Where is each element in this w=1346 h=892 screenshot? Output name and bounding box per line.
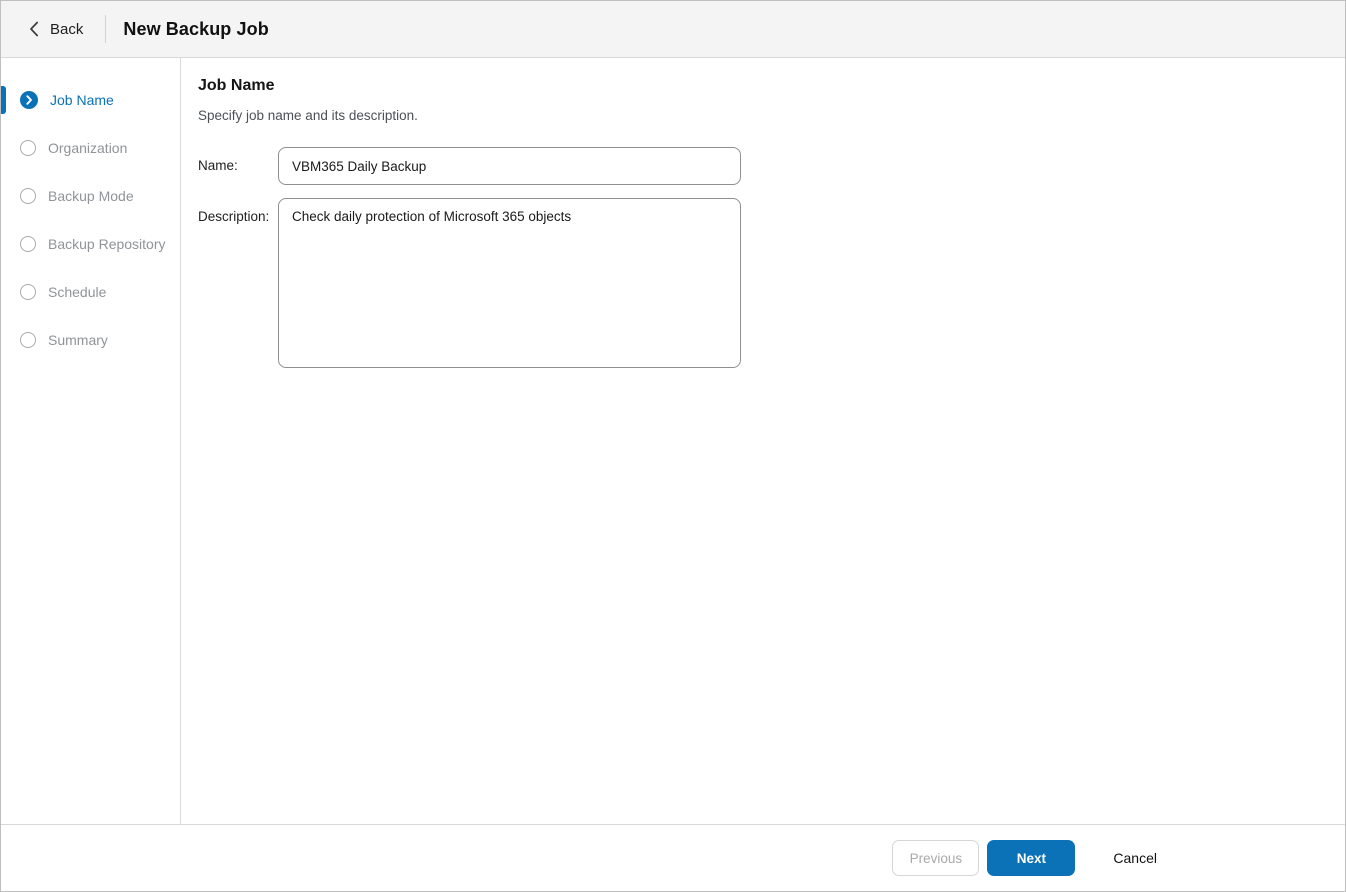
name-field-row: Name: [198, 147, 1321, 185]
sidebar-step-backup-mode[interactable]: Backup Mode [1, 172, 180, 220]
step-subtitle: Specify job name and its description. [198, 108, 418, 123]
sidebar-step-label: Schedule [48, 284, 107, 300]
sidebar-step-summary[interactable]: Summary [1, 316, 180, 364]
sidebar-step-label: Summary [48, 332, 108, 348]
wizard-body: Job Name Organization Backup Mode Backup… [1, 58, 1345, 824]
step-content: Job Name Specify job name and its descri… [181, 58, 1345, 824]
back-button[interactable]: Back [1, 21, 83, 38]
name-field-label: Name: [198, 158, 238, 173]
pending-step-circle-icon [20, 236, 36, 252]
cancel-button[interactable]: Cancel [1105, 840, 1165, 876]
sidebar-step-label: Job Name [50, 92, 114, 108]
previous-button[interactable]: Previous [892, 840, 980, 876]
sidebar-step-schedule[interactable]: Schedule [1, 268, 180, 316]
back-button-label: Back [50, 20, 84, 38]
sidebar-step-organization[interactable]: Organization [1, 124, 180, 172]
header-divider [105, 15, 107, 43]
step-heading: Job Name [198, 77, 275, 94]
wizard-header: Back New Backup Job [1, 1, 1345, 58]
description-field-label: Description: [198, 209, 270, 224]
pending-step-circle-icon [20, 140, 36, 156]
sidebar-step-label: Organization [48, 140, 128, 156]
sidebar-step-label: Backup Mode [48, 188, 134, 204]
chevron-left-icon [29, 21, 39, 37]
active-step-icon [20, 91, 38, 109]
pending-step-circle-icon [20, 332, 36, 348]
pending-step-circle-icon [20, 188, 36, 204]
wizard-footer: Previous Next Cancel [1, 824, 1345, 891]
sidebar-step-job-name[interactable]: Job Name [1, 76, 180, 124]
wizard-steps-sidebar: Job Name Organization Backup Mode Backup… [1, 58, 181, 824]
job-description-textarea[interactable]: Check daily protection of Microsoft 365 … [278, 198, 741, 368]
sidebar-step-backup-repository[interactable]: Backup Repository [1, 220, 180, 268]
page-title: New Backup Job [123, 18, 269, 39]
pending-step-circle-icon [20, 284, 36, 300]
next-button[interactable]: Next [987, 840, 1076, 876]
description-field-row: Description: Check daily protection of M… [198, 198, 1321, 368]
sidebar-step-label: Backup Repository [48, 236, 166, 252]
job-name-input[interactable] [278, 147, 741, 185]
